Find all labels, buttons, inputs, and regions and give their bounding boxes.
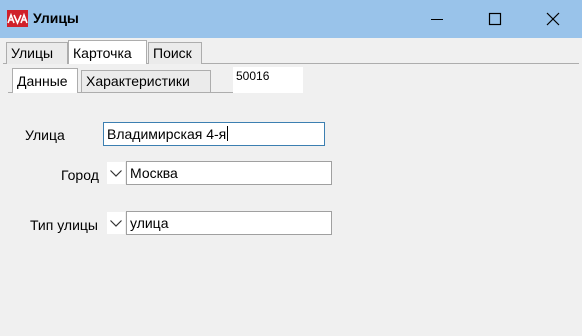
close-icon [546, 12, 560, 26]
window-title: Улицы [33, 10, 79, 26]
minimize-button[interactable] [408, 0, 466, 38]
tab-search[interactable]: Поиск [148, 42, 202, 64]
street-label: Улица [25, 127, 65, 143]
chevron-down-icon [110, 170, 122, 177]
app-logo-icon [7, 10, 28, 27]
minimize-icon [431, 19, 443, 20]
maximize-icon [488, 12, 502, 26]
close-button[interactable] [524, 0, 582, 38]
street-type-dropdown-button[interactable] [107, 212, 125, 234]
city-dropdown-button[interactable] [107, 162, 125, 184]
title-bar[interactable]: Улицы [0, 0, 582, 38]
city-input[interactable]: Москва [126, 161, 332, 185]
tab-card[interactable]: Карточка [68, 40, 147, 64]
record-code: 50016 [233, 67, 303, 93]
street-value: Владимирская 4-я [107, 126, 227, 142]
chevron-down-icon [110, 220, 122, 227]
subtab-data[interactable]: Данные [12, 68, 78, 93]
tab-streets[interactable]: Улицы [6, 42, 68, 64]
maximize-button[interactable] [466, 0, 524, 38]
city-label: Город [61, 167, 99, 183]
street-input[interactable]: Владимирская 4-я [103, 122, 325, 146]
street-type-input[interactable]: улица [126, 211, 332, 235]
street-type-label: Тип улицы [30, 217, 98, 233]
subtab-characteristics[interactable]: Характеристики [81, 70, 211, 92]
text-caret [227, 126, 229, 141]
